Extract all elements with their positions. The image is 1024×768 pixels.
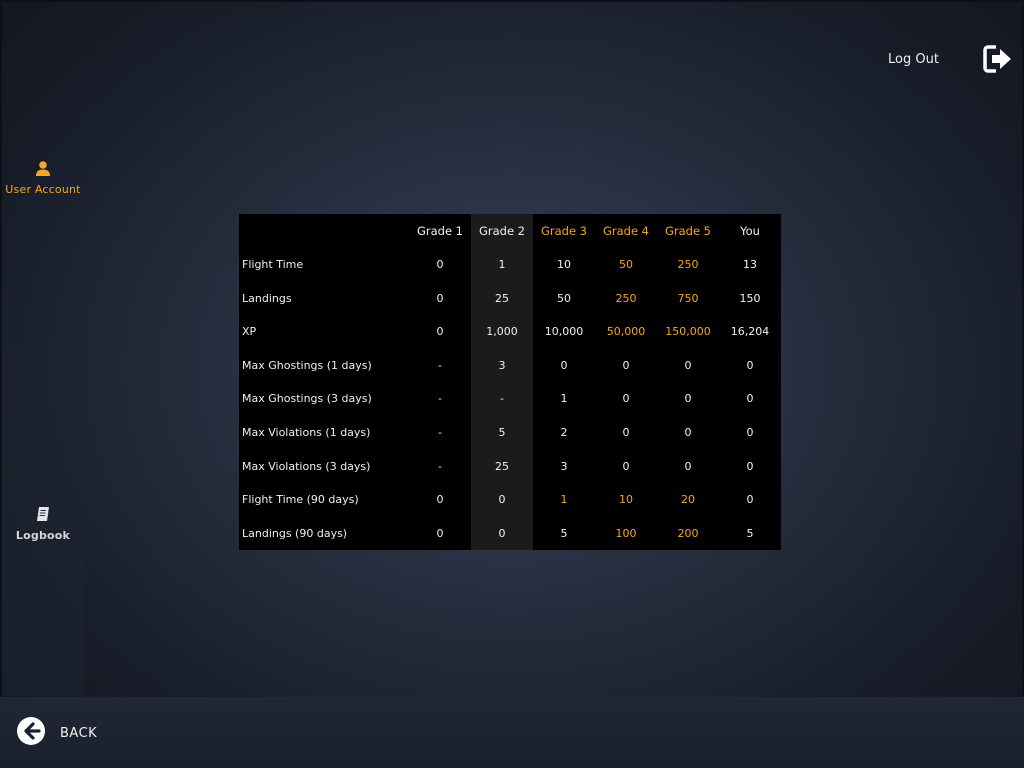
back-label: BACK [60,725,98,741]
table-row: Flight Time 0 1 10 50 250 13 [239,248,781,282]
table-cell: 0 [436,493,444,507]
table-cell: 16,204 [730,325,770,339]
table-cell: 0 [436,325,444,339]
table-cell: 10 [557,258,571,272]
table-cell: 25 [471,281,533,316]
column-header-you: You [740,224,760,238]
table-cell: 0 [746,426,754,439]
table-cell: 25 [471,449,533,483]
sidebar-item-label: User Account [5,183,81,196]
table-cell: 0 [471,482,533,517]
table-cell: 750 [677,291,699,305]
row-label: Landings (90 days) [242,526,348,540]
table-cell: 1 [560,493,568,507]
row-label: Max Ghostings (3 days) [242,392,372,406]
table-cell: 50 [557,291,571,305]
table-cell: 200 [677,526,699,540]
table-cell: 5 [471,415,533,450]
grade-requirements-table: Grade 1 Grade 2 Grade 3 Grade 4 Grade 5 … [239,214,781,550]
column-header-grade-4: Grade 4 [602,224,650,238]
back-arrow-icon [16,716,46,750]
table-cell: 150,000 [665,325,711,339]
table-cell: - [471,382,533,416]
table-row: Max Ghostings (1 days) - 3 0 0 0 0 [239,348,781,383]
column-header-grade-5: Grade 5 [664,224,712,238]
logout-icon[interactable] [983,44,1013,78]
table-cell: 0 [746,358,754,372]
bottom-bar [0,697,1024,768]
row-label: XP [242,325,257,339]
table-row: Flight Time (90 days) 0 0 1 10 20 0 [239,482,781,517]
table-cell: 3 [471,348,533,383]
row-label: Max Violations (1 days) [242,426,371,439]
table-cell: 0 [684,358,692,372]
table-cell: 3 [560,459,568,473]
table-cell: 250 [677,258,699,272]
table-cell: 0 [684,459,692,473]
table-cell: - [438,358,442,372]
table-cell: 0 [560,358,568,372]
table-cell: 0 [622,392,630,406]
table-cell: 13 [743,258,757,272]
logout-link[interactable]: Log Out [888,52,939,67]
table-cell: 0 [436,526,444,540]
table-cell: 0 [684,392,692,406]
table-cell: 0 [622,358,630,372]
sidebar-item-label: Logbook [15,529,71,542]
sidebar-item-logbook[interactable]: Logbook [0,506,86,542]
table-row: XP 0 1,000 10,000 50,000 150,000 16,204 [239,315,781,349]
table-cell: 0 [471,516,533,550]
table-cell: - [438,426,442,439]
table-cell: 50 [619,258,633,272]
user-icon [0,160,86,179]
table-cell: 5 [560,526,568,540]
column-header [239,214,409,248]
column-header-grade-2: Grade 2 [471,214,533,248]
table-cell: 5 [746,526,754,540]
row-label: Max Violations (3 days) [242,459,371,473]
table-header-row: Grade 1 Grade 2 Grade 3 Grade 4 Grade 5 … [239,214,781,248]
table-row: Landings (90 days) 0 0 5 100 200 5 [239,516,781,550]
back-button[interactable]: BACK [16,716,98,750]
table-row: Max Violations (3 days) - 25 3 0 0 0 [239,449,781,483]
table-cell: 0 [622,459,630,473]
table-cell: 10 [619,493,633,507]
row-label: Max Ghostings (1 days) [242,358,372,372]
table-cell: 2 [560,426,568,439]
column-header-grade-1: Grade 1 [416,224,464,238]
row-label: Flight Time (90 days) [242,493,359,507]
row-label: Flight Time [242,258,304,272]
table-cell: 0 [684,426,692,439]
table-cell: 250 [615,291,637,305]
table-cell: 1 [471,248,533,282]
table-cell: 150 [739,291,761,305]
table-cell: - [438,392,442,406]
table-row: Landings 0 25 50 250 750 150 [239,281,781,316]
table-cell: 0 [436,291,444,305]
table-row: Max Ghostings (3 days) - - 1 0 0 0 [239,382,781,416]
table-cell: 0 [436,258,444,272]
table-row: Max Violations (1 days) - 5 2 0 0 0 [239,415,781,450]
table-cell: 50,000 [606,325,646,339]
logbook-icon [0,506,86,525]
sidebar-item-user-account[interactable]: User Account [0,160,86,196]
table-cell: 0 [746,493,754,507]
column-header-grade-3: Grade 3 [540,224,588,238]
table-cell: - [438,459,442,473]
table-cell: 10,000 [544,325,584,339]
table-cell: 1 [560,392,568,406]
table-cell: 0 [746,392,754,406]
table-cell: 0 [622,426,630,439]
row-label: Landings [242,291,292,305]
table-cell: 100 [615,526,637,540]
table-cell: 20 [681,493,695,507]
table-cell: 1,000 [471,315,533,349]
table-cell: 0 [746,459,754,473]
